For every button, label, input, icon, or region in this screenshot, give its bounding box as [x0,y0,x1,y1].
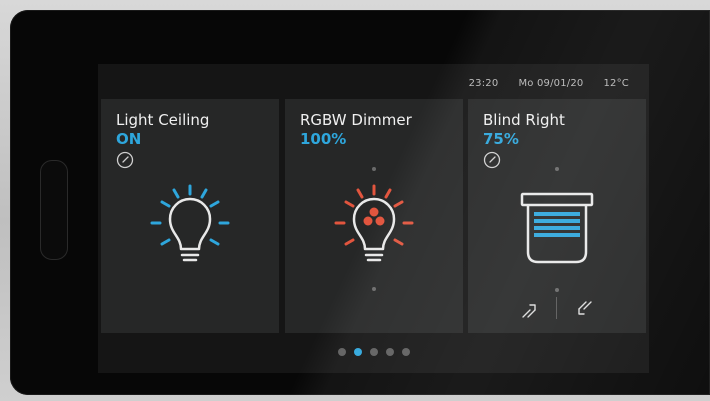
page-dot-2-active[interactable] [353,348,362,356]
tile-rgbw-dimmer[interactable]: RGBW Dimmer 100% [285,99,463,333]
page-dot-1[interactable] [337,348,346,356]
lightbulb-icon[interactable] [101,99,279,333]
status-bar: 23:20 Mo 09/01/20 12°C [469,78,629,89]
control-panel-device: 23:20 Mo 09/01/20 12°C Light Ceiling ON [0,0,710,401]
side-hardware-button[interactable] [40,160,68,260]
blind-controls-divider [556,297,557,319]
touch-screen: 23:20 Mo 09/01/20 12°C Light Ceiling ON [98,64,649,373]
status-date: Mo 09/01/20 [518,78,584,89]
blind-up-icon[interactable] [518,299,540,321]
blind-icon[interactable] [468,99,646,333]
page-dot-5[interactable] [401,348,410,356]
page-dot-3[interactable] [369,348,378,356]
tile-blind-right[interactable]: Blind Right 75% [468,99,646,333]
status-temperature: 12°C [603,78,629,89]
slider-bottom-dot [372,287,376,291]
screen-bezel: 23:20 Mo 09/01/20 12°C Light Ceiling ON [10,10,710,395]
page-indicator [98,343,649,361]
page-dot-4[interactable] [385,348,394,356]
slider-bottom-dot [555,288,559,292]
blind-down-icon[interactable] [574,298,596,320]
tile-light-ceiling[interactable]: Light Ceiling ON [101,99,279,333]
rgb-lightbulb-icon[interactable] [285,99,463,333]
status-time: 23:20 [468,78,499,89]
